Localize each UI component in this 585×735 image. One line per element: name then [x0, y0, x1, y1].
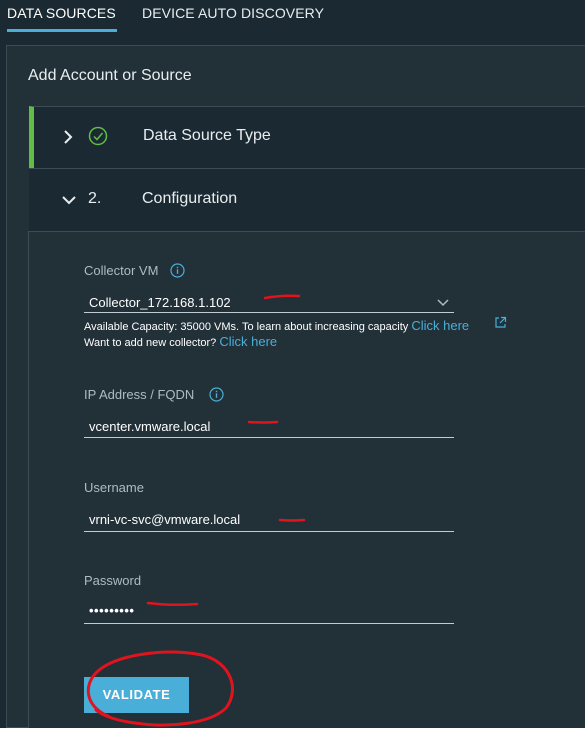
username-underline [84, 531, 454, 532]
top-navigation: DATA SOURCES DEVICE AUTO DISCOVERY [0, 0, 585, 43]
check-circle-icon [88, 126, 108, 146]
add-collector-helper: Want to add new collector? Click here [84, 334, 277, 349]
chevron-down-icon[interactable] [61, 194, 77, 206]
password-input[interactable]: ••••••••• [89, 603, 134, 618]
step-configuration[interactable]: 2. Configuration [29, 168, 585, 234]
collector-select-underline [84, 312, 454, 313]
chevron-right-icon[interactable] [62, 129, 74, 145]
info-icon[interactable] [209, 387, 224, 402]
tab-data-sources[interactable]: DATA SOURCES [7, 5, 116, 21]
step-label: Data Source Type [143, 127, 271, 144]
add-collector-text: Want to add new collector? [84, 337, 217, 349]
collector-select[interactable]: Collector_172.168.1.102 [89, 295, 231, 310]
username-label: Username [84, 480, 144, 495]
chevron-down-icon[interactable] [436, 298, 450, 308]
step-data-source-type[interactable]: Data Source Type [29, 106, 585, 168]
step-number: 2. [88, 190, 102, 207]
ip-address-underline [84, 437, 454, 438]
tab-device-auto-discovery[interactable]: DEVICE AUTO DISCOVERY [142, 5, 324, 21]
panel-title: Add Account or Source [28, 67, 192, 84]
username-input[interactable]: vrni-vc-svc@vmware.local [89, 512, 240, 527]
ip-address-label: IP Address / FQDN [84, 387, 195, 402]
ip-address-input[interactable]: vcenter.vmware.local [89, 419, 210, 434]
step-label: Configuration [142, 190, 238, 207]
info-icon[interactable] [170, 263, 185, 278]
validate-button[interactable]: VALIDATE [84, 677, 189, 713]
password-underline [84, 623, 454, 624]
password-label: Password [84, 573, 142, 588]
external-link-icon[interactable] [494, 316, 507, 329]
collector-vm-label: Collector VM [84, 263, 159, 278]
capacity-text: Available Capacity: 35000 VMs. To learn … [84, 321, 409, 333]
capacity-link[interactable]: Click here [411, 318, 469, 333]
add-collector-link[interactable]: Click here [219, 334, 277, 349]
active-tab-indicator [7, 29, 117, 32]
bottom-edge [0, 728, 585, 735]
capacity-helper: Available Capacity: 35000 VMs. To learn … [84, 318, 469, 333]
